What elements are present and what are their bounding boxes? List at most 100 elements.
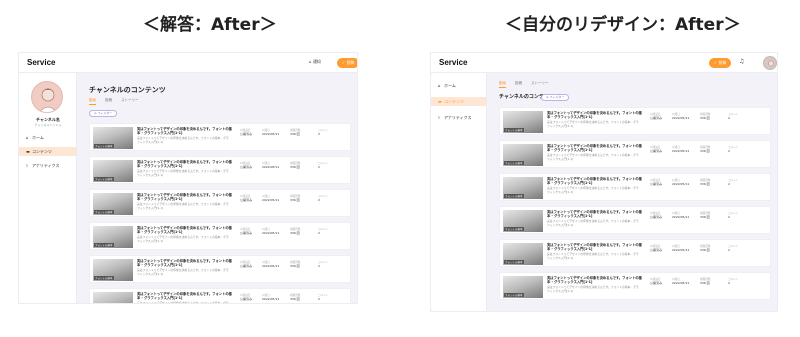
meta-value: 2022/05/11 — [672, 281, 690, 285]
video-thumbnail[interactable]: フォントの基本 — [503, 276, 543, 298]
video-description: 実はフォントってデザインの印象を決めるんです。フォントの基本 - グラフィックス… — [137, 235, 229, 243]
tab-stories[interactable]: ストーリー — [121, 98, 139, 105]
video-description: 実はフォントってデザインの印象を決めるんです。フォントの基本 - グラフィックス… — [137, 202, 229, 210]
sidebar-item-label: コンテンツ — [444, 99, 464, 104]
video-description: 実はフォントってデザインの印象を決めるんです。フォントの基本 - グラフィックス… — [547, 153, 639, 161]
main-content: チャンネルのコンテンツ 動画 投稿 ストーリー ≡ フィルター フォントの基本実… — [77, 73, 357, 303]
video-thumbnail[interactable]: フォントの基本 — [503, 210, 543, 232]
video-title[interactable]: 実はフォントってデザインの印象を決めるんです。フォントの基本 - グラフィックス… — [137, 292, 235, 300]
thumbnail-caption: フォントの基本 — [94, 243, 114, 247]
meta-value: 公開済み — [240, 264, 253, 268]
video-thumbnail[interactable]: フォントの基本 — [93, 226, 133, 248]
user-avatar[interactable] — [763, 56, 777, 70]
top-bar: Service ⌂ 通知 ✓ 投稿 — [19, 53, 357, 73]
meta-value: 2022/05/11 — [672, 149, 690, 153]
sidebar-item-analytics[interactable]: ⌇ アナリティクス — [19, 161, 76, 170]
sidebar-item-contents[interactable]: ▬ コンテンツ — [19, 147, 76, 156]
tab-videos[interactable]: 動画 — [499, 81, 506, 88]
filter-button[interactable]: ≡ フィルター — [89, 110, 118, 117]
meta-value: 公開済み — [240, 165, 253, 169]
thumbnail-caption: フォントの基本 — [504, 293, 524, 297]
content-row[interactable]: フォントの基本実はフォントってデザインの印象を決めるんです。フォントの基本 - … — [499, 107, 771, 135]
tab-stories[interactable]: ストーリー — [531, 81, 549, 88]
meta-value: 336 回 — [700, 248, 710, 252]
meta-value: 公開済み — [240, 231, 253, 235]
video-title[interactable]: 実はフォントってデザインの印象を決めるんです。フォントの基本 - グラフィックス… — [137, 160, 235, 168]
video-title[interactable]: 実はフォントってデザインの印象を決めるんです。フォントの基本 - グラフィックス… — [137, 127, 235, 135]
video-title[interactable]: 実はフォントってデザインの印象を決めるんです。フォントの基本 - グラフィックス… — [547, 276, 645, 284]
video-title[interactable]: 実はフォントってデザインの印象を決めるんです。フォントの基本 - グラフィックス… — [547, 144, 645, 152]
video-thumbnail[interactable]: フォントの基本 — [503, 243, 543, 265]
video-thumbnail[interactable]: フォントの基本 — [93, 160, 133, 182]
sidebar-item-label: アナリティクス — [32, 163, 60, 168]
video-title[interactable]: 実はフォントってデザインの印象を決めるんです。フォントの基本 - グラフィックス… — [137, 226, 235, 234]
post-button[interactable]: ✓ 投稿 — [337, 58, 357, 68]
meta-value: 公開済み — [240, 198, 253, 202]
sidebar: ⌂ ホーム ▬ コンテンツ ⌇ アナリティクス — [431, 73, 487, 311]
filter-button[interactable]: ≡ フィルター — [541, 94, 570, 101]
content-row[interactable]: フォントの基本 実はフォントってデザインの印象を決めるんです。フォントの基本 - … — [499, 239, 771, 267]
channel-avatar[interactable] — [31, 81, 63, 113]
content-row[interactable]: フォントの基本 実はフォントってデザインの印象を決めるんです。フォントの基本 - … — [89, 255, 351, 283]
video-thumbnail[interactable]: フォントの基本 — [93, 259, 133, 281]
content-row[interactable]: フォントの基本実はフォントってデザインの印象を決めるんです。フォントの基本 - … — [89, 288, 351, 303]
content-row[interactable]: フォントの基本 実はフォントってデザインの印象を決めるんです。フォントの基本 - … — [499, 173, 771, 201]
post-label: 投稿 — [346, 60, 355, 65]
redesign-screenshot: Service ✓ 投稿 ♫ ⌂ ホーム ▬ コンテンツ ⌇ アナリティクス 動画 投… — [430, 52, 778, 312]
video-title[interactable]: 実はフォントってデザインの印象を決めるんです。フォントの基本 - グラフィックス… — [137, 259, 235, 267]
tab-posts[interactable]: 投稿 — [515, 81, 522, 88]
meta-value: 公開済み — [650, 182, 663, 186]
meta-value: 336 回 — [700, 281, 710, 285]
video-title[interactable]: 実はフォントってデザインの印象を決めるんです。フォントの基本 - グラフィックス… — [137, 193, 235, 201]
content-row[interactable]: フォントの基本実はフォントってデザインの印象を決めるんです。フォントの基本 - … — [89, 189, 351, 217]
video-thumbnail[interactable]: フォントの基本 — [503, 144, 543, 166]
sidebar-item-analytics[interactable]: ⌇ アナリティクス — [431, 113, 486, 122]
service-logo[interactable]: Service — [439, 58, 467, 67]
video-thumbnail[interactable]: フォントの基本 — [93, 193, 133, 215]
video-title[interactable]: 実はフォントってデザインの印象を決めるんです。フォントの基本 - グラフィックス… — [547, 177, 645, 185]
meta-value: 2022/05/11 — [262, 198, 280, 202]
service-logo[interactable]: Service — [27, 58, 55, 67]
content-row[interactable]: フォントの基本 実はフォントってデザインの印象を決めるんです。フォントの基本 - … — [499, 272, 771, 300]
meta-value: 336 回 — [290, 297, 300, 301]
content-row[interactable]: フォントの基本実はフォントってデザインの印象を決めるんです。フォントの基本 - … — [89, 123, 351, 151]
content-row[interactable]: フォントの基本実はフォントってデザインの印象を決めるんです。フォントの基本 - … — [499, 206, 771, 234]
content-row[interactable]: フォントの基本 実はフォントってデザインの印象を決めるんです。フォントの基本 - … — [89, 222, 351, 250]
bell-icon[interactable]: ♫ — [739, 58, 744, 65]
video-title[interactable]: 実はフォントってデザインの印象を決めるんです。フォントの基本 - グラフィックス… — [547, 210, 645, 218]
meta-value: 336 回 — [290, 231, 300, 235]
thumbnail-caption: フォントの基本 — [504, 161, 524, 165]
post-label: 投稿 — [718, 60, 727, 65]
meta-value: 2 — [318, 198, 320, 202]
notification-button[interactable]: ⌂ 通知 — [309, 59, 321, 65]
sidebar-item-label: コンテンツ — [32, 149, 52, 154]
video-thumbnail[interactable]: フォントの基本 — [503, 111, 543, 133]
heading-redesign-after: ＜自分のリデザイン：After＞ — [505, 15, 741, 35]
meta-value: 公開済み — [650, 149, 663, 153]
meta-value: 2 — [318, 264, 320, 268]
sidebar-item-home[interactable]: ⌂ ホーム — [431, 81, 486, 90]
video-thumbnail[interactable]: フォントの基本 — [93, 292, 133, 303]
meta-value: 2022/05/11 — [672, 215, 690, 219]
meta-value: 336 回 — [290, 132, 300, 136]
tab-videos[interactable]: 動画 — [89, 98, 96, 105]
video-thumbnail[interactable]: フォントの基本 — [93, 127, 133, 149]
video-title[interactable]: 実はフォントってデザインの印象を決めるんです。フォントの基本 - グラフィックス… — [547, 243, 645, 251]
meta-value: 2 — [318, 132, 320, 136]
thumbnail-caption: フォントの基本 — [504, 194, 524, 198]
post-button[interactable]: ✓ 投稿 — [709, 58, 731, 68]
meta-value: 2 — [318, 297, 320, 301]
content-tabs: 動画 投稿 ストーリー — [89, 98, 139, 105]
sidebar-item-home[interactable]: ⌂ ホーム — [19, 133, 76, 142]
tab-posts[interactable]: 投稿 — [105, 98, 112, 105]
sidebar-item-label: ホーム — [444, 83, 456, 88]
content-row[interactable]: フォントの基本 実はフォントってデザインの印象を決めるんです。フォントの基本 - … — [499, 140, 771, 168]
video-thumbnail[interactable]: フォントの基本 — [503, 177, 543, 199]
thumbnail-caption: フォントの基本 — [94, 276, 114, 280]
sidebar: チャンネル名 チャンネルハンドル ⌂ ホーム ▬ コンテンツ ⌇ アナリティクス — [19, 73, 77, 303]
video-title[interactable]: 実はフォントってデザインの印象を決めるんです。フォントの基本 - グラフィックス… — [547, 111, 645, 119]
thumbnail-caption: フォントの基本 — [504, 260, 524, 264]
content-row[interactable]: フォントの基本実はフォントってデザインの印象を決めるんです。フォントの基本 - … — [89, 156, 351, 184]
meta-value: 2 — [318, 231, 320, 235]
sidebar-item-contents[interactable]: ▬ コンテンツ — [431, 97, 486, 106]
